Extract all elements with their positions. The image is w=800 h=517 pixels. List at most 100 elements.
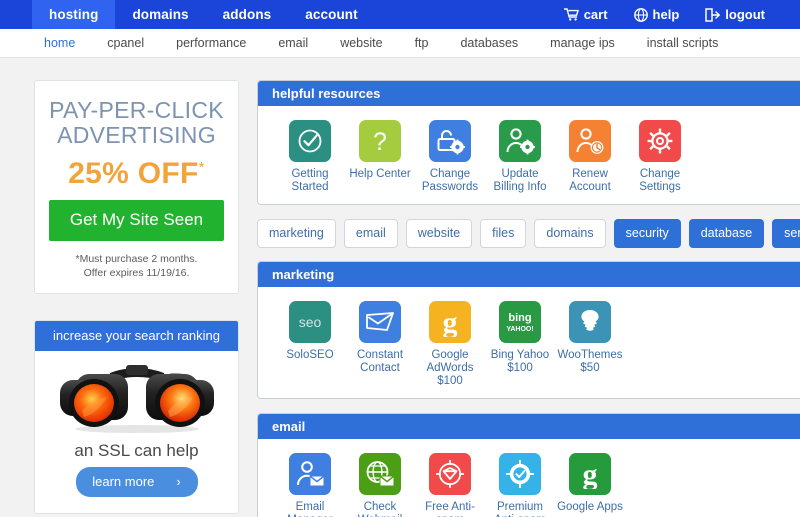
subnav-item-manage-ips[interactable]: manage ips xyxy=(534,36,631,50)
tile-getting-started[interactable]: Getting Started xyxy=(276,120,344,194)
seo-icon: seo xyxy=(289,301,331,343)
bing-yahoo-icon: bing YAHOO! xyxy=(499,301,541,343)
tile-label: WooThemes $50 xyxy=(557,349,623,374)
subnav-item-email[interactable]: email xyxy=(262,36,324,50)
filter-tab-services[interactable]: services xyxy=(772,219,800,248)
binoculars-graphic xyxy=(59,365,214,433)
category-filter-tabs: marketing email website files domains securit… xyxy=(257,219,800,248)
tile-bing-yahoo-100[interactable]: bing YAHOO! Bing Yahoo $100 xyxy=(486,301,554,388)
tile-label: Check Webmail xyxy=(358,501,403,517)
tile-premium-anti-spam[interactable]: Premium Anti-spam xyxy=(486,453,554,517)
topnav-help-button[interactable]: help xyxy=(621,7,693,22)
filter-tab-database[interactable]: database xyxy=(688,219,765,248)
subnav-item-website[interactable]: website xyxy=(324,36,398,50)
subnav-item-install-scripts[interactable]: install scripts xyxy=(631,36,735,50)
ssl-ad-caption: an SSL can help xyxy=(74,441,199,460)
panel-body-email: Email Manager Check Webmail Free Anti-spam… xyxy=(258,439,800,517)
subnav-item-cpanel[interactable]: cpanel xyxy=(91,36,160,50)
panel-marketing: marketing seo SoloSEO Constant Contact g Goo… xyxy=(257,261,800,399)
tile-label: Renew Account xyxy=(569,168,611,193)
subnav-item-performance[interactable]: performance xyxy=(160,36,262,50)
main-content: helpful resources Getting Started ? Help C… xyxy=(257,80,800,517)
binoculars-image xyxy=(35,351,238,433)
tile-label: Google AdWords $100 xyxy=(426,349,474,387)
primary-nav: hosting domains addons account xyxy=(32,0,375,29)
svg-text:g: g xyxy=(583,459,598,489)
topnav-cart-button[interactable]: cart xyxy=(551,7,621,22)
panel-email: email Email Manager Check Webmail Free Ant… xyxy=(257,413,800,517)
subnav-item-ftp[interactable]: ftp xyxy=(399,36,445,50)
filter-tab-security[interactable]: security xyxy=(613,219,681,248)
svg-text:g: g xyxy=(443,307,458,337)
shield-target-icon xyxy=(429,453,471,495)
gear-icon xyxy=(639,120,681,162)
filter-tab-marketing[interactable]: marketing xyxy=(257,219,336,248)
ppc-ad-offer-asterisk: * xyxy=(198,159,205,176)
panel-body-marketing: seo SoloSEO Constant Contact g Google AdWord… xyxy=(258,287,800,398)
learn-more-button[interactable]: learn more › xyxy=(75,467,198,497)
tile-label: Email Manager xyxy=(287,501,332,517)
tile-change-passwords[interactable]: Change Passwords xyxy=(416,120,484,194)
panel-body-helpful-resources: Getting Started ? Help Center Change Passwo… xyxy=(258,106,800,204)
panel-header-email[interactable]: email xyxy=(258,414,800,439)
topnav-item-hosting[interactable]: hosting xyxy=(32,0,116,29)
person-clock-icon xyxy=(569,120,611,162)
tile-renew-account[interactable]: Renew Account xyxy=(556,120,624,194)
google-g-icon: g xyxy=(429,301,471,343)
tile-soloseo[interactable]: seo SoloSEO xyxy=(276,301,344,388)
subnav-item-home[interactable]: home xyxy=(37,36,91,50)
tile-update-billing-info[interactable]: Update Billing Info xyxy=(486,120,554,194)
tile-woothemes-50[interactable]: WooThemes $50 xyxy=(556,301,624,388)
ppc-ad-line1: PAY-PER-CLICK xyxy=(49,97,224,123)
tile-constant-contact[interactable]: Constant Contact xyxy=(346,301,414,388)
filter-tab-domains[interactable]: domains xyxy=(534,219,606,248)
lock-gear-icon xyxy=(429,120,471,162)
tile-label: Update Billing Info xyxy=(493,168,547,193)
svg-text:seo: seo xyxy=(299,314,322,330)
learn-more-label: learn more xyxy=(92,474,155,489)
ssl-ad-header: increase your search ranking xyxy=(35,321,238,351)
ppc-ad-offer-text: 25% OFF xyxy=(68,157,199,190)
secondary-navigation-bar: home cpanel performance email website ftp data… xyxy=(0,29,800,58)
topnav-item-domains[interactable]: domains xyxy=(115,0,205,29)
pay-per-click-ad[interactable]: PAY-PER-CLICK ADVERTISING 25% OFF* Get M… xyxy=(34,80,239,294)
tile-help-center[interactable]: ? Help Center xyxy=(346,120,414,194)
page-body: PAY-PER-CLICK ADVERTISING 25% OFF* Get M… xyxy=(0,58,800,517)
person-envelope-icon xyxy=(289,453,331,495)
tile-check-webmail[interactable]: Check Webmail xyxy=(346,453,414,517)
top-navigation-bar: hosting domains addons account cart help logo… xyxy=(0,0,800,29)
envelope-check-icon xyxy=(359,301,401,343)
panel-header-helpful-resources[interactable]: helpful resources xyxy=(258,81,800,106)
ppc-ad-line2: ADVERTISING xyxy=(57,122,216,148)
filter-tab-files[interactable]: files xyxy=(480,219,527,248)
tile-label: Change Settings xyxy=(639,168,681,193)
tile-change-settings[interactable]: Change Settings xyxy=(626,120,694,194)
cart-icon xyxy=(563,8,579,21)
tile-label: Premium Anti-spam xyxy=(494,501,546,517)
tile-label: Help Center xyxy=(349,168,411,180)
panel-header-marketing[interactable]: marketing xyxy=(258,262,800,287)
tile-email-manager[interactable]: Email Manager xyxy=(276,453,344,517)
topnav-item-addons[interactable]: addons xyxy=(206,0,289,29)
tile-google-apps[interactable]: g Google Apps xyxy=(556,453,624,517)
filter-tab-email[interactable]: email xyxy=(343,219,398,248)
tile-label: Bing Yahoo $100 xyxy=(490,349,550,374)
tile-label: Getting Started xyxy=(291,168,329,193)
topnav-item-account[interactable]: account xyxy=(288,0,374,29)
topnav-logout-button[interactable]: logout xyxy=(692,7,778,22)
tile-google-adwords-100[interactable]: g Google AdWords $100 xyxy=(416,301,484,388)
topnav-logout-label: logout xyxy=(725,7,765,22)
ssl-ad[interactable]: increase your search ranking an SSL can … xyxy=(34,320,239,514)
svg-text:YAHOO!: YAHOO! xyxy=(506,326,533,333)
account-actions: cart help logout xyxy=(551,0,800,29)
sidebar: PAY-PER-CLICK ADVERTISING 25% OFF* Get M… xyxy=(34,80,239,517)
panel-title: email xyxy=(272,419,306,434)
filter-tab-website[interactable]: website xyxy=(405,219,473,248)
target-check-icon xyxy=(499,453,541,495)
tile-label: Google Apps xyxy=(557,501,623,513)
chevron-right-icon: › xyxy=(176,474,181,489)
subnav-item-databases[interactable]: databases xyxy=(444,36,534,50)
get-my-site-seen-button[interactable]: Get My Site Seen xyxy=(49,200,224,241)
tile-free-anti-spam[interactable]: Free Anti-spam xyxy=(416,453,484,517)
globe-envelope-icon xyxy=(359,453,401,495)
